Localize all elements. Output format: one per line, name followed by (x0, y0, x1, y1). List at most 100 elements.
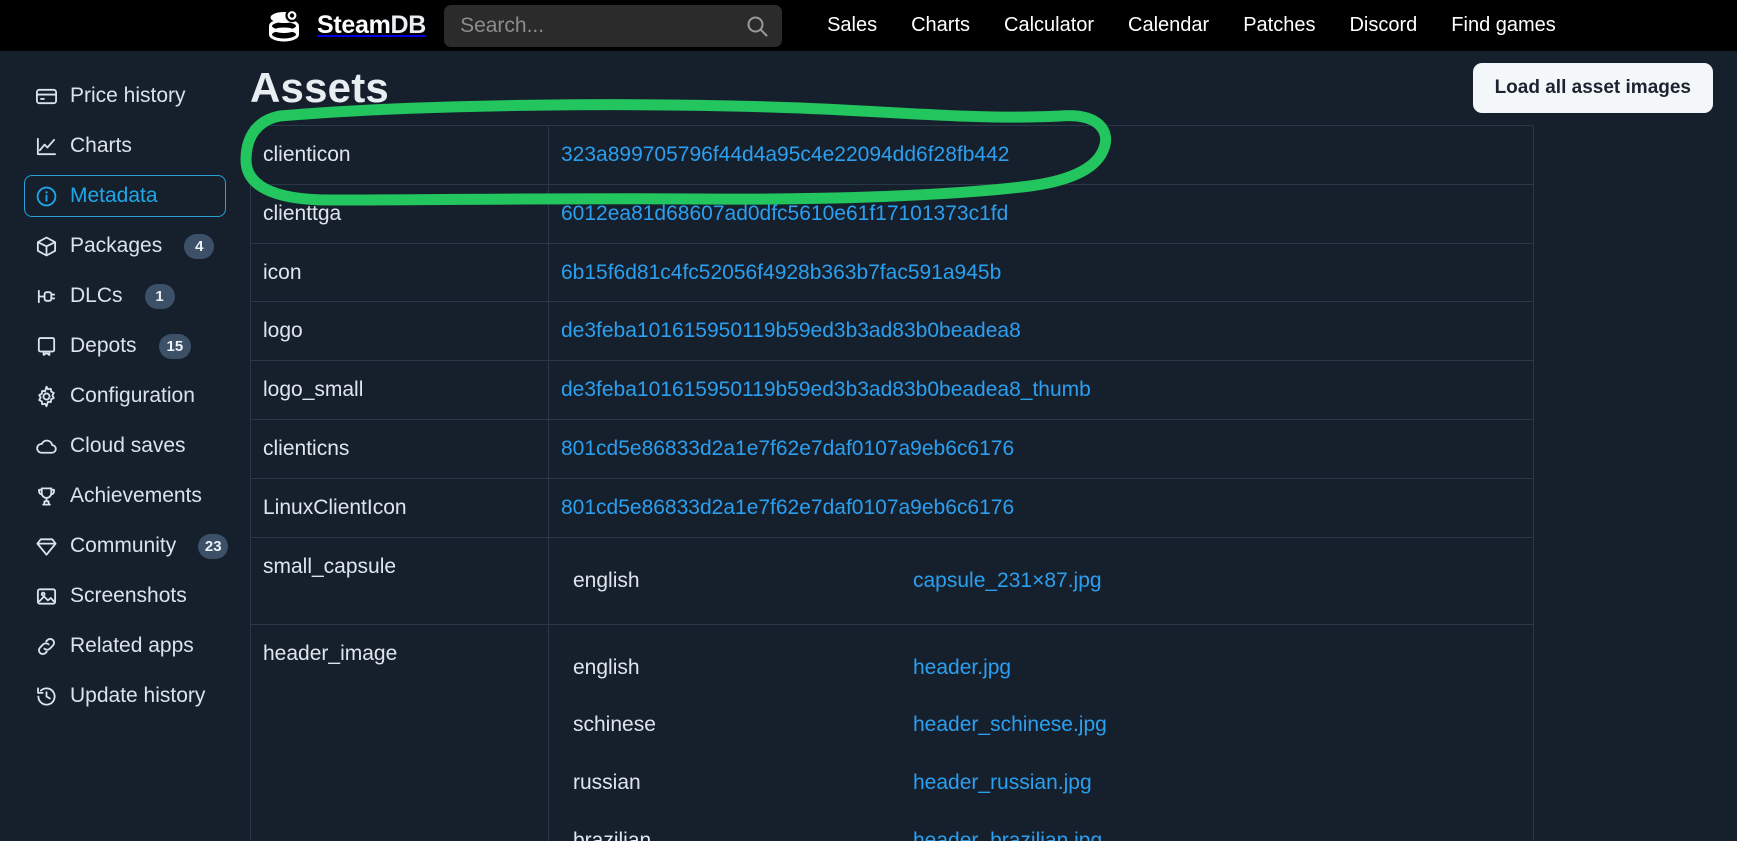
asset-key-cell: small_capsule (251, 537, 549, 624)
asset-hash-link[interactable]: de3feba101615950119b59ed3b3ad83b0beadea8… (561, 378, 1091, 401)
sidebar-item-charts[interactable]: Charts (24, 125, 226, 167)
sidebar-item-label: Cloud saves (70, 434, 186, 458)
sidebar-item-community[interactable]: Community 23 (24, 525, 226, 567)
table-row: logo de3feba101615950119b59ed3b3ad83b0be… (251, 302, 1534, 361)
brand-db-text: DB (391, 11, 427, 39)
sidebar-badge-dlcs: 1 (145, 284, 175, 309)
trophy-icon (35, 485, 58, 508)
page-header: Assets Load all asset images (250, 51, 1737, 113)
load-all-asset-images-button[interactable]: Load all asset images (1473, 63, 1713, 113)
sidebar-item-depots[interactable]: Depots 15 (24, 325, 226, 367)
table-row: LinuxClientIcon 801cd5e86833d2a1e7f62e7d… (251, 478, 1534, 537)
asset-value-cell: de3feba101615950119b59ed3b3ad83b0beadea8… (549, 361, 1534, 420)
asset-file-link[interactable]: header_russian.jpg (913, 771, 1092, 794)
nav-link-patches[interactable]: Patches (1226, 0, 1332, 51)
asset-file-link[interactable]: capsule_231×87.jpg (913, 569, 1102, 592)
asset-key-cell: LinuxClientIcon (251, 478, 549, 537)
cloud-icon (35, 435, 58, 458)
sidebar-badge-community: 23 (198, 534, 228, 559)
sidebar-item-metadata[interactable]: Metadata (24, 175, 226, 217)
sidebar-item-label: Configuration (70, 384, 195, 408)
language-label: english (561, 639, 901, 697)
sidebar-item-label: Community (70, 534, 176, 558)
asset-value-cell: de3feba101615950119b59ed3b3ad83b0beadea8 (549, 302, 1534, 361)
sidebar-item-update-history[interactable]: Update history (24, 675, 226, 717)
asset-file-link[interactable]: header.jpg (913, 656, 1011, 679)
asset-hash-link[interactable]: de3feba101615950119b59ed3b3ad83b0beadea8 (561, 319, 1021, 342)
search-input[interactable] (444, 5, 782, 47)
asset-hash-link[interactable]: 323a899705796f44d4a95c4e22094dd6f28fb442 (561, 143, 1009, 166)
nav-link-calculator[interactable]: Calculator (987, 0, 1111, 51)
image-icon (35, 585, 58, 608)
asset-hash-link[interactable]: 6b15f6d81c4fc52056f4928b363b7fac591a945b (561, 261, 1001, 284)
nav-link-charts[interactable]: Charts (894, 0, 987, 51)
bookmark-icon (35, 335, 58, 358)
nav-link-find-games[interactable]: Find games (1434, 0, 1573, 51)
localized-file-table: english capsule_231×87.jpg (561, 552, 1521, 610)
steamdb-app-page: SteamDB Sales Charts Calculator Calendar… (0, 0, 1737, 841)
language-label: english (561, 552, 901, 610)
nav-link-sales[interactable]: Sales (810, 0, 894, 51)
app-sidebar-nav: Price history Charts Metadata (0, 51, 250, 841)
assets-table-container: clienticon 323a899705796f44d4a95c4e22094… (250, 125, 1533, 841)
localized-row: brazilian header_brazilian.jpg (561, 812, 1521, 841)
asset-value-cell: 6012ea81d68607ad0dfc5610e61f17101373c1fd (549, 184, 1534, 243)
sidebar-item-label: Update history (70, 684, 205, 708)
file-cell: header_schinese.jpg (901, 696, 1521, 754)
sidebar-item-related-apps[interactable]: Related apps (24, 625, 226, 667)
gear-icon (35, 385, 58, 408)
assets-table: clienticon 323a899705796f44d4a95c4e22094… (250, 126, 1534, 841)
asset-hash-link[interactable]: 801cd5e86833d2a1e7f62e7daf0107a9eb6c6176 (561, 496, 1014, 519)
credit-card-icon (35, 85, 58, 108)
steamdb-logo-link[interactable]: SteamDB (265, 0, 426, 51)
sidebar-item-label: Price history (70, 84, 186, 108)
table-row: clienttga 6012ea81d68607ad0dfc5610e61f17… (251, 184, 1534, 243)
plug-icon (35, 285, 58, 308)
localized-row: schinese header_schinese.jpg (561, 696, 1521, 754)
nav-link-discord[interactable]: Discord (1332, 0, 1434, 51)
asset-hash-link[interactable]: 6012ea81d68607ad0dfc5610e61f17101373c1fd (561, 202, 1008, 225)
file-cell: capsule_231×87.jpg (901, 552, 1521, 610)
language-label: russian (561, 754, 901, 812)
primary-nav-links: Sales Charts Calculator Calendar Patches… (810, 0, 1573, 51)
localized-row: english header.jpg (561, 639, 1521, 697)
localized-row: english capsule_231×87.jpg (561, 552, 1521, 610)
table-row: icon 6b15f6d81c4fc52056f4928b363b7fac591… (251, 243, 1534, 302)
asset-key-cell: logo_small (251, 361, 549, 420)
search-box[interactable] (444, 5, 782, 47)
table-row: logo_small de3feba101615950119b59ed3b3ad… (251, 361, 1534, 420)
info-circle-icon (35, 185, 58, 208)
sidebar-item-price-history[interactable]: Price history (24, 75, 226, 117)
asset-key-cell: clienttga (251, 184, 549, 243)
table-row: clienticon 323a899705796f44d4a95c4e22094… (251, 126, 1534, 184)
file-cell: header.jpg (901, 639, 1521, 697)
asset-localized-cell: english header.jpg schinese header_ (549, 624, 1534, 841)
sidebar-item-label: Metadata (70, 184, 158, 208)
sidebar-badge-depots: 15 (159, 334, 192, 359)
brand-steam-text: Steam (317, 11, 391, 39)
asset-value-cell: 801cd5e86833d2a1e7f62e7daf0107a9eb6c6176 (549, 420, 1534, 479)
nav-link-calendar[interactable]: Calendar (1111, 0, 1226, 51)
diamond-icon (35, 535, 58, 558)
link-icon (35, 635, 58, 658)
language-label: brazilian (561, 812, 901, 841)
localized-file-table: english header.jpg schinese header_ (561, 639, 1521, 841)
sidebar-item-cloud-saves[interactable]: Cloud saves (24, 425, 226, 467)
sidebar-item-dlcs[interactable]: DLCs 1 (24, 275, 226, 317)
sidebar-item-screenshots[interactable]: Screenshots (24, 575, 226, 617)
sidebar-item-packages[interactable]: Packages 4 (24, 225, 226, 267)
asset-key-cell: icon (251, 243, 549, 302)
sidebar-item-configuration[interactable]: Configuration (24, 375, 226, 417)
sidebar-item-achievements[interactable]: Achievements (24, 475, 226, 517)
asset-hash-link[interactable]: 801cd5e86833d2a1e7f62e7daf0107a9eb6c6176 (561, 437, 1014, 460)
asset-key-cell: header_image (251, 624, 549, 841)
asset-key-cell: logo (251, 302, 549, 361)
asset-file-link[interactable]: header_schinese.jpg (913, 713, 1107, 736)
table-row: clienticns 801cd5e86833d2a1e7f62e7daf010… (251, 420, 1534, 479)
sidebar-item-label: DLCs (70, 284, 123, 308)
asset-file-link[interactable]: header_brazilian.jpg (913, 829, 1102, 841)
language-label: schinese (561, 696, 901, 754)
sidebar-item-label: Packages (70, 234, 162, 258)
history-icon (35, 685, 58, 708)
table-row: header_image english header.jpg (251, 624, 1534, 841)
